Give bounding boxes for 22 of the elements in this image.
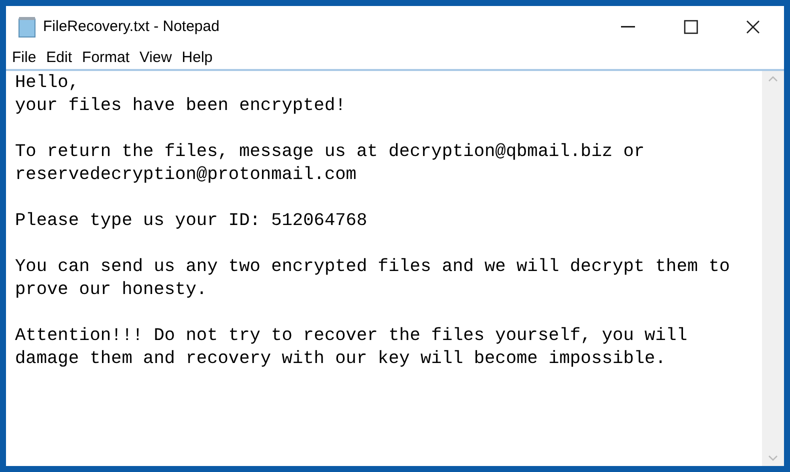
menu-item[interactable]: Edit	[41, 47, 78, 70]
menu-item[interactable]: File	[7, 47, 42, 70]
menu-item[interactable]: Help	[176, 47, 218, 70]
text-line: damage them and recovery with our key will become impossible.	[15, 348, 667, 371]
text-line: To return the files, message us at decryption@qbmail.biz or	[15, 141, 646, 164]
text-line: Hello,	[15, 72, 80, 95]
text-line: reservedecryption@protonmail.com	[15, 164, 358, 187]
text-line: Please type us your ID: 512064768	[15, 210, 368, 233]
maximize-icon	[684, 20, 698, 34]
text-line: Attention!!! Do not try to recover the files yourself, you will	[15, 325, 688, 348]
text-line: prove our honesty.	[15, 279, 208, 302]
scrollbar[interactable]	[762, 71, 784, 466]
scroll-up-icon[interactable]	[768, 76, 778, 82]
menu-item[interactable]: Format	[77, 47, 135, 70]
minimize-icon	[621, 26, 635, 28]
text-line: your files have been encrypted!	[15, 95, 347, 118]
window-title: FileRecovery.txt - Notepad	[43, 16, 220, 37]
notepad-icon	[17, 16, 37, 38]
scroll-down-icon[interactable]	[768, 455, 778, 461]
close-icon	[746, 20, 760, 34]
menu-item[interactable]: View	[134, 47, 177, 70]
text-line: You can send us any two encrypted files and we will decrypt them to	[15, 256, 731, 279]
